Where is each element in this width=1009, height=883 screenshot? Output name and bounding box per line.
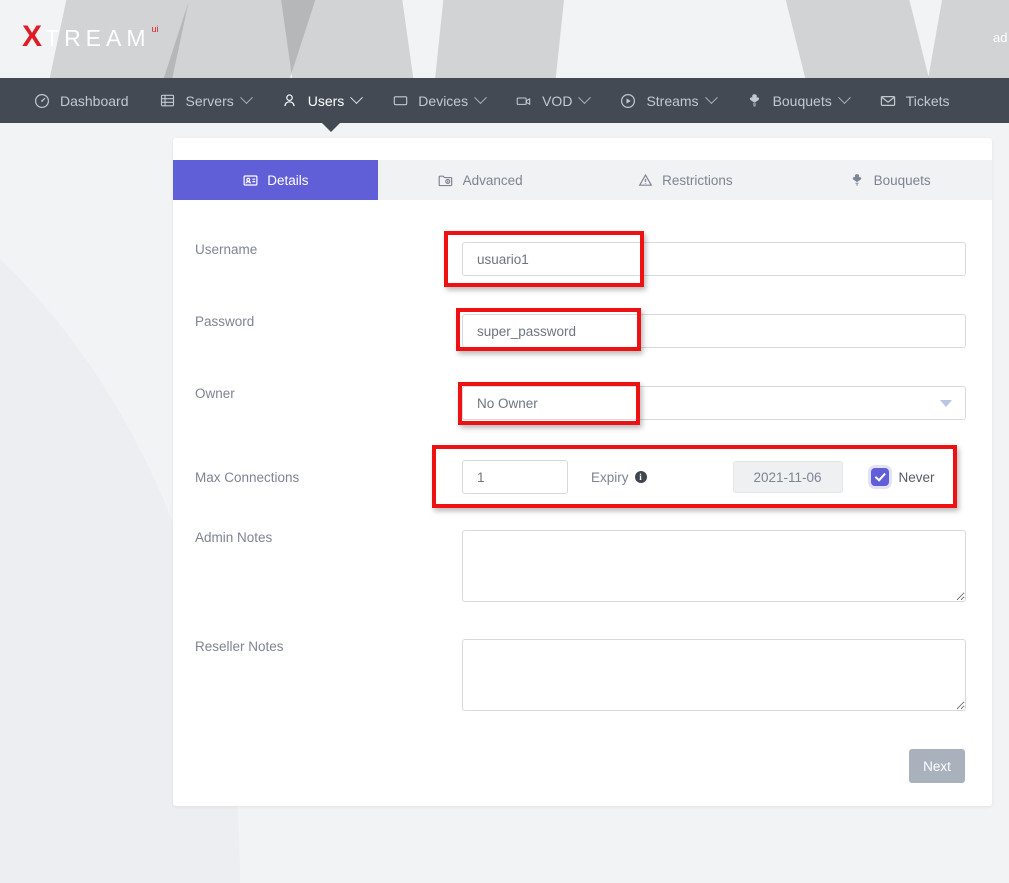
form-row-max-connections: Max Connections Expiry i Never (173, 460, 992, 494)
nav-label: Bouquets (773, 93, 832, 109)
tab-label: Restrictions (662, 173, 733, 188)
app-logo[interactable]: X TREAM ui (22, 22, 159, 54)
never-checkbox-group[interactable]: Never (871, 468, 935, 486)
chevron-down-icon (579, 91, 592, 104)
logo-superscript: ui (152, 22, 159, 36)
logo-x-mark: X (22, 22, 42, 52)
form-row-owner: Owner No Owner (173, 386, 992, 420)
tab-label: Details (267, 173, 308, 188)
chevron-down-icon (705, 91, 718, 104)
tab-advanced[interactable]: Advanced (378, 160, 583, 200)
owner-label: Owner (173, 386, 462, 401)
max-connections-label: Max Connections (173, 470, 462, 485)
server-icon (159, 92, 177, 110)
banner-streak (277, 0, 419, 78)
header-banner: X TREAM ui ad (0, 0, 1009, 78)
nav-item-users[interactable]: Users (266, 78, 377, 123)
bouquet-icon (746, 92, 764, 110)
form-row-reseller-notes: Reseller Notes (173, 639, 992, 711)
never-checkbox[interactable] (871, 468, 889, 486)
user-icon (281, 92, 299, 110)
nav-label: VOD (542, 93, 572, 109)
logo-wordmark: TREAM (45, 22, 151, 54)
nav-item-vod[interactable]: VOD (500, 78, 604, 123)
nav-item-bouquets[interactable]: Bouquets (731, 78, 864, 123)
tab-label: Advanced (463, 173, 523, 188)
owner-select[interactable]: No Owner (462, 386, 966, 420)
form-tabs: Details Advanced Restrictions (173, 160, 992, 200)
username-input[interactable] (462, 242, 966, 276)
banner-streak (430, 0, 567, 78)
bouquet-icon (849, 172, 865, 188)
nav-label: Tickets (906, 93, 950, 109)
next-button[interactable]: Next (909, 749, 965, 783)
nav-label: Dashboard (60, 93, 129, 109)
tab-restrictions[interactable]: Restrictions (583, 160, 788, 200)
form-row-username: Username (173, 242, 992, 276)
expiry-date-input[interactable] (733, 461, 843, 493)
video-icon (515, 92, 533, 110)
owner-select-wrapper: No Owner (462, 386, 966, 420)
expiry-label-text: Expiry (591, 470, 629, 485)
device-icon (391, 92, 409, 110)
form-row-admin-notes: Admin Notes (173, 530, 992, 602)
chevron-down-icon (838, 91, 851, 104)
never-label: Never (899, 470, 935, 485)
nav-item-servers[interactable]: Servers (144, 78, 266, 123)
id-card-icon (242, 172, 258, 188)
account-name-label[interactable]: ad (993, 30, 1007, 45)
envelope-icon (879, 92, 897, 110)
reseller-notes-label: Reseller Notes (173, 639, 462, 654)
expiry-label: Expiry i (591, 470, 647, 485)
banner-streak (781, 0, 939, 78)
password-label: Password (173, 314, 462, 329)
warning-icon (637, 172, 653, 188)
nav-label: Streams (646, 93, 698, 109)
nav-item-streams[interactable]: Streams (604, 78, 730, 123)
admin-notes-textarea[interactable] (462, 530, 966, 602)
nav-item-tickets[interactable]: Tickets (864, 78, 965, 123)
play-icon (619, 92, 637, 110)
nav-item-devices[interactable]: Devices (376, 78, 500, 123)
chevron-down-icon (474, 91, 487, 104)
max-connections-group: Expiry i Never (462, 460, 935, 494)
nav-label: Servers (186, 93, 234, 109)
nav-item-dashboard[interactable]: Dashboard (18, 78, 144, 123)
reseller-notes-textarea[interactable] (462, 639, 966, 711)
info-icon[interactable]: i (635, 471, 647, 483)
user-form-card: Details Advanced Restrictions (173, 138, 992, 806)
tab-label: Bouquets (874, 173, 931, 188)
username-label: Username (173, 242, 462, 257)
active-nav-indicator (322, 123, 340, 132)
chevron-down-icon (240, 91, 253, 104)
form-row-password: Password (173, 314, 992, 348)
tab-details[interactable]: Details (173, 160, 378, 200)
gauge-icon (33, 92, 51, 110)
password-input[interactable] (462, 314, 966, 348)
folder-gear-icon (438, 172, 454, 188)
tab-bouquets[interactable]: Bouquets (787, 160, 992, 200)
chevron-down-icon (350, 91, 363, 104)
main-navigation: Dashboard Servers Users Devices (0, 78, 1009, 123)
max-connections-input[interactable] (462, 460, 568, 494)
nav-label: Devices (418, 93, 468, 109)
nav-label: Users (308, 93, 345, 109)
admin-notes-label: Admin Notes (173, 530, 462, 545)
